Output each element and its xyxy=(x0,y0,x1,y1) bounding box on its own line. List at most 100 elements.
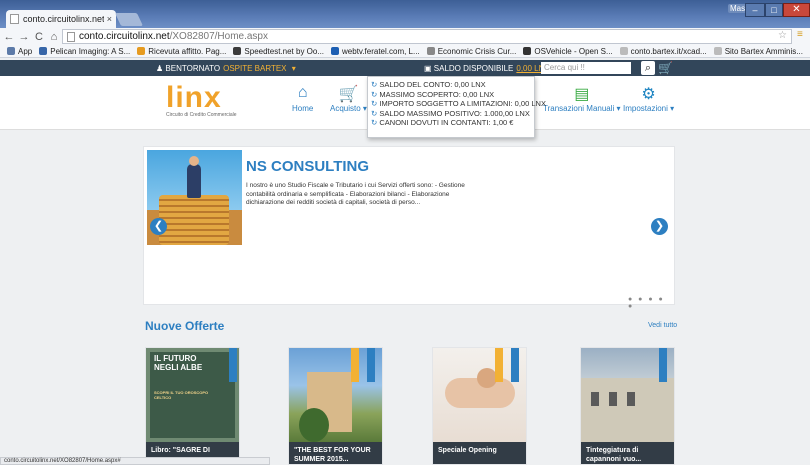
nav-acquisto[interactable]: 🛒 Acquisto ▾ xyxy=(330,84,367,113)
home-icon: ⌂ xyxy=(297,84,308,101)
bookmark-favicon-icon xyxy=(523,47,532,55)
offer-image: IL FUTURO NEGLI ALBE SCOPRI IL TUO OROSC… xyxy=(146,348,239,442)
bookmark-label: Speedtest.net by Oo... xyxy=(244,46,325,56)
view-all-link[interactable]: Vedi tutto xyxy=(648,322,677,329)
reload-icon[interactable]: C xyxy=(33,31,45,43)
carousel-indicators[interactable]: ● ● ● ● ● xyxy=(628,296,674,310)
balance-row[interactable]: SALDO DEL CONTO: 0,00 LNX xyxy=(371,80,531,90)
offer-card[interactable]: Speciale Opening xyxy=(432,347,527,465)
browser-titlebar: conto.circuitolinx.net/XO × Massimizza –… xyxy=(0,0,810,28)
browser-status-bar: conto.circuitolinx.net/XO82807/Home.aspx… xyxy=(0,457,270,465)
minimize-button[interactable]: – xyxy=(745,3,765,17)
featured-carousel: NS CONSULTING I nostro è uno Studio Fisc… xyxy=(143,146,675,310)
bookmark-item[interactable]: App xyxy=(7,47,32,56)
welcome-label: BENTORNATO xyxy=(165,64,221,73)
offer-title: "THE BEST FOR YOUR SUMMER 2015... xyxy=(289,442,382,464)
bookmark-item[interactable]: Economic Crisis Cur... xyxy=(426,47,516,56)
featured-description: I nostro è uno Studio Fiscale e Tributar… xyxy=(246,182,465,206)
welcome-text[interactable]: ♟ BENTORNATO OSPITE BARTEX ▾ xyxy=(156,64,296,73)
nav-home[interactable]: ⌂ Home xyxy=(292,84,313,113)
offer-card[interactable]: IL FUTURO NEGLI ALBE SCOPRI IL TUO OROSC… xyxy=(145,347,240,465)
chevron-down-icon: ▾ xyxy=(289,64,296,73)
search-icon[interactable]: ⌕ xyxy=(641,61,655,75)
bookmark-item[interactable]: OSVehicle - Open S... xyxy=(523,46,613,56)
balance-menu[interactable]: ▣ SALDO DISPONIBILE0,00 LNX▾ xyxy=(424,64,557,73)
bookmark-favicon-icon xyxy=(137,47,146,55)
url-path: /XO82807/Home.aspx xyxy=(169,31,268,42)
balance-dropdown: SALDO DEL CONTO: 0,00 LNX MASSIMO SCOPER… xyxy=(367,76,546,138)
balance-row[interactable]: IMPORTO SOGGETTO A LIMITAZIONI: 0,00 LNX xyxy=(371,99,546,109)
offer-title: Speciale Opening xyxy=(433,442,526,464)
balance-row[interactable]: MASSIMO SCOPERTO: 0,00 LNX xyxy=(371,90,531,100)
bookmark-favicon-icon xyxy=(233,47,242,55)
linx-logo[interactable]: linx Circuito di Credito Commerciale xyxy=(166,81,237,119)
bookmark-item[interactable]: conto.bartex.it/xcad... xyxy=(619,46,707,56)
bookmark-favicon-icon xyxy=(331,47,340,55)
bookmark-label: Ricevuta affitto. Pag... xyxy=(148,46,227,56)
address-bar[interactable]: conto.circuitolinx.net /XO82807/Home.asp… xyxy=(62,29,792,44)
bookmark-item[interactable]: webtv.feratel.com, L... xyxy=(331,47,420,56)
offer-ribbon xyxy=(367,348,375,382)
page-icon xyxy=(10,14,19,24)
bookmark-star-icon[interactable]: ☆ xyxy=(778,30,787,41)
home-icon[interactable]: ⌂ xyxy=(48,31,60,43)
nav-transazioni[interactable]: ▤ Transazioni Manuali ▾ xyxy=(543,84,621,113)
carousel-prev-button[interactable]: ❮ xyxy=(150,218,167,235)
user-icon: ♟ xyxy=(156,64,166,73)
back-icon[interactable]: ← xyxy=(3,31,15,43)
bookmark-label: Pelican Imaging: A S... xyxy=(50,46,131,56)
balance-row[interactable]: SALDO MASSIMO POSITIVO: 1.000,00 LNX xyxy=(371,109,531,119)
gears-icon: ⚙ xyxy=(641,86,656,103)
bookmark-favicon-icon xyxy=(7,47,15,55)
chrome-menu-icon[interactable]: ≡ xyxy=(797,29,807,43)
offer-ribbon xyxy=(229,348,237,382)
bookmark-item[interactable]: Ricevuta affitto. Pag... xyxy=(137,47,226,56)
bookmark-label: Sito Bartex Amminis... xyxy=(724,46,803,56)
cart-icon: 🛒 xyxy=(338,86,359,103)
bookmarks-bar: App Pelican Imaging: A S... Ricevuta affit… xyxy=(0,45,810,58)
nav-acquisto-label: Acquisto xyxy=(330,104,361,113)
bookmark-item[interactable]: Sito Bartex Amminis... xyxy=(713,46,803,56)
offers-heading: Nuove Offerte xyxy=(145,319,225,333)
money-icon: ▤ xyxy=(574,86,590,103)
bookmark-favicon-icon xyxy=(713,47,722,55)
offer-image xyxy=(289,348,382,442)
bookmark-label: webtv.feratel.com, L... xyxy=(342,46,420,56)
nav-impostazioni[interactable]: ⚙ Impostazioni ▾ xyxy=(623,84,674,113)
close-window-button[interactable]: ✕ xyxy=(783,3,810,17)
book-cover-title: IL FUTURO NEGLI ALBE xyxy=(154,354,203,372)
balance-label: SALDO DISPONIBILE xyxy=(433,64,514,73)
bookmark-item[interactable]: Pelican Imaging: A S... xyxy=(39,47,130,56)
cart-icon[interactable]: 🛒 xyxy=(658,61,673,75)
offer-image xyxy=(433,348,526,442)
nav-impostazioni-label: Impostazioni xyxy=(623,104,668,113)
nav-home-label: Home xyxy=(292,104,314,113)
page-icon xyxy=(67,31,75,42)
bookmark-label: conto.bartex.it/xcad... xyxy=(630,46,707,56)
offer-image xyxy=(581,348,674,442)
bookmark-label: OSVehicle - Open S... xyxy=(534,46,613,56)
browser-toolbar: ← → C ⌂ conto.circuitolinx.net /XO82807/… xyxy=(0,28,810,45)
bookmark-favicon-icon xyxy=(619,47,628,55)
bookmark-item[interactable]: Speedtest.net by Oo... xyxy=(233,47,324,56)
maximize-button[interactable]: □ xyxy=(765,3,783,17)
bookmark-favicon-icon xyxy=(39,47,48,55)
bookmark-favicon-icon xyxy=(426,47,435,55)
carousel-next-button[interactable]: ❯ xyxy=(651,218,668,235)
offer-ribbon xyxy=(659,348,667,382)
logo-text: linx xyxy=(166,81,222,114)
balance-row[interactable]: CANONI DOVUTI IN CONTANTI: 1,00 € xyxy=(371,118,531,128)
featured-title[interactable]: NS CONSULTING xyxy=(246,158,369,175)
offer-ribbon xyxy=(511,348,519,382)
logo-tagline: Circuito di Credito Commerciale xyxy=(166,112,237,118)
wallet-icon: ▣ xyxy=(424,64,434,73)
offer-card[interactable]: "THE BEST FOR YOUR SUMMER 2015... xyxy=(288,347,383,465)
offer-card[interactable]: Tinteggiatura di capannoni vuo... xyxy=(580,347,675,465)
search-input[interactable]: Cerca qui !! xyxy=(541,62,631,74)
url-host: conto.circuitolinx.net xyxy=(79,31,170,42)
tab-close-icon[interactable]: × xyxy=(107,14,112,24)
new-tab-button[interactable] xyxy=(114,13,144,26)
forward-icon[interactable]: → xyxy=(18,31,30,43)
site-topbar: ♟ BENTORNATO OSPITE BARTEX ▾ ▣ SALDO DISP… xyxy=(0,60,810,76)
browser-tab[interactable]: conto.circuitolinx.net/XO × xyxy=(6,10,116,28)
